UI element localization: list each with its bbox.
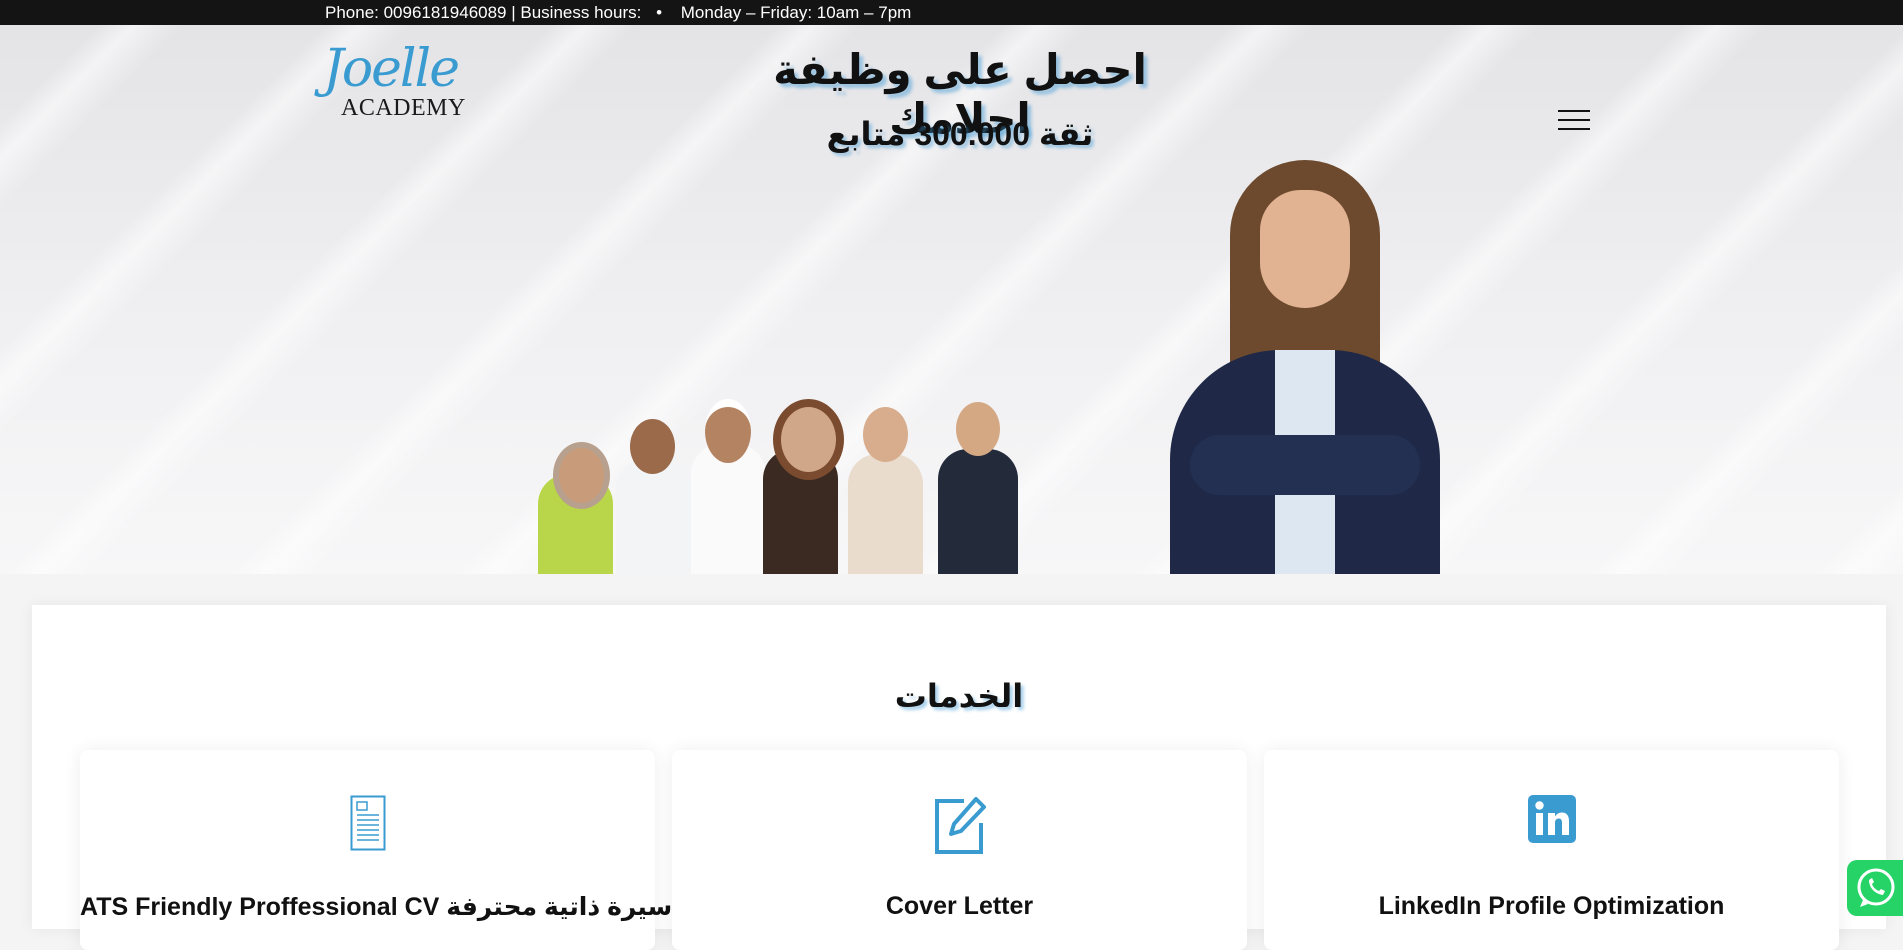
phone-hours-text: Phone: 0096181946089 | Business hours: [325,3,642,22]
site-logo[interactable]: Joelle ACADEMY [323,39,468,121]
services-title: الخدمات [894,678,1024,714]
whatsapp-icon [1857,868,1895,907]
linkedin-icon [1527,795,1576,848]
contact-info: Phone: 0096181946089 | Business hours: •… [325,0,911,25]
service-title-linkedin: LinkedIn Profile Optimization [1378,892,1725,920]
hero-section: Joelle ACADEMY احصل على وظيفة احلامك ثقة… [0,25,1903,574]
service-title-cover-letter: Cover Letter [885,892,1034,920]
service-title-cv: ATS Friendly Proffessional CV سيرة ذاتية… [80,893,673,921]
top-info-bar: Phone: 0096181946089 | Business hours: •… [0,0,1903,25]
whatsapp-button[interactable] [1847,860,1903,916]
hero-subtitle: ثقة 300.000 متابع [826,116,1094,152]
document-icon [350,795,386,856]
service-card-cover-letter[interactable]: Cover Letter [672,750,1247,950]
business-hours-text: Monday – Friday: 10am – 7pm [680,3,912,22]
person-businesswoman [838,399,933,574]
person-businessman [928,394,1028,574]
professionals-group-image [528,375,1073,574]
service-card-cv[interactable]: ATS Friendly Proffessional CV سيرة ذاتية… [80,750,673,950]
person-hijab [753,394,848,574]
service-card-linkedin[interactable]: LinkedIn Profile Optimization [1264,750,1839,950]
bullet-separator: • [656,3,663,22]
logo-script: Joelle [323,39,460,99]
edit-pencil-icon [934,795,986,860]
logo-word: ACADEMY [341,95,466,121]
hero-woman-image [1160,160,1450,574]
services-section: الخدمات ATS Friendly Proffessional CV سي… [32,605,1886,950]
hamburger-menu-icon[interactable] [1558,110,1590,132]
